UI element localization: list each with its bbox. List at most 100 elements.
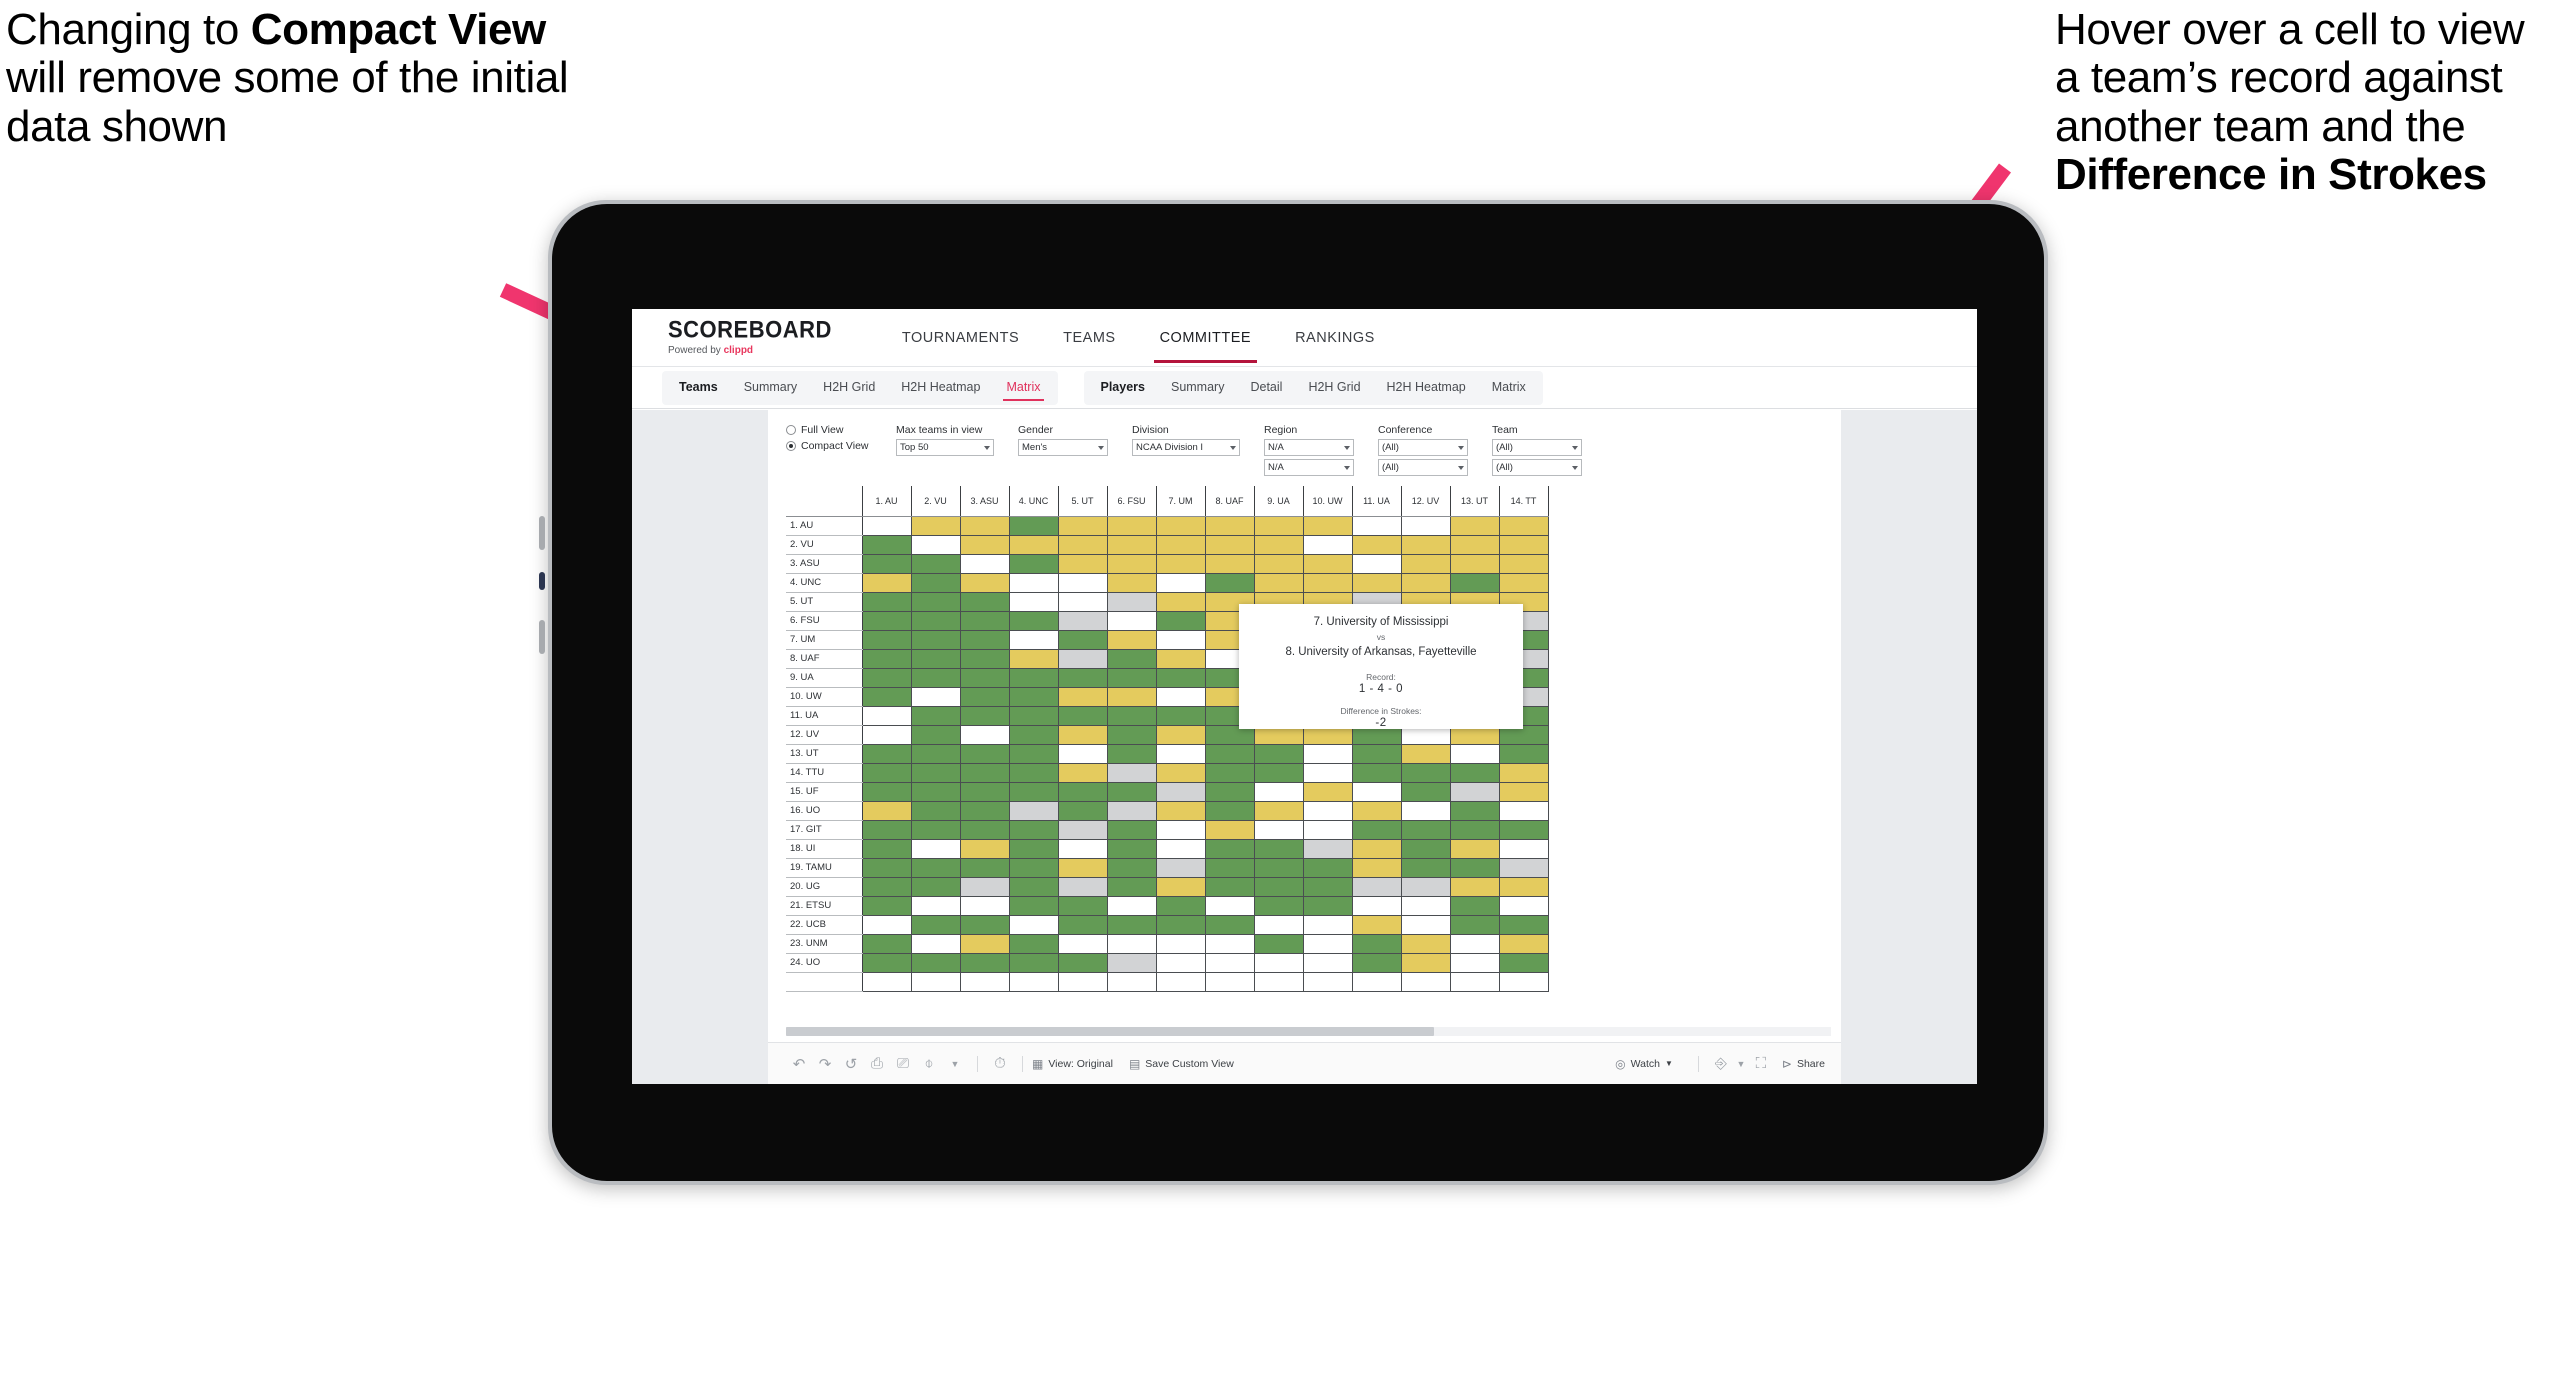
matrix-cell[interactable] [1008,668,1059,688]
matrix-cell[interactable] [910,782,961,802]
matrix-cell[interactable] [1400,763,1451,783]
device-button-indicator[interactable] [539,572,545,590]
matrix-column-header[interactable]: 4. UNC [1008,486,1059,517]
matrix-cell[interactable] [1008,554,1059,574]
subnav-players-summary[interactable]: Summary [1158,373,1237,402]
history-icon[interactable]: ⏱ [987,1055,1013,1072]
matrix-cell[interactable] [1351,915,1402,935]
matrix-cell[interactable] [1155,611,1206,631]
matrix-cell[interactable] [1057,801,1108,821]
matrix-cell[interactable] [959,573,1010,593]
nav-tournaments[interactable]: TOURNAMENTS [880,312,1041,363]
matrix-cell[interactable] [1106,535,1157,555]
matrix-cell[interactable] [1106,953,1157,973]
matrix-cell[interactable] [1400,820,1451,840]
matrix-cell[interactable] [1057,668,1108,688]
matrix-cell[interactable] [959,934,1010,954]
matrix-cell[interactable] [959,668,1010,688]
matrix-cell[interactable] [1057,782,1108,802]
horizontal-scrollbar[interactable] [786,1027,1831,1036]
matrix-cell[interactable] [1106,858,1157,878]
matrix-cell[interactable] [1351,877,1402,897]
matrix-column-header[interactable]: 1. AU [861,486,912,517]
matrix-cell[interactable] [1253,839,1304,859]
matrix-cell[interactable] [1008,953,1059,973]
matrix-cell[interactable] [1106,630,1157,650]
matrix-cell[interactable] [910,744,961,764]
matrix-cell[interactable] [1008,763,1059,783]
matrix-cell[interactable] [1449,763,1500,783]
matrix-cell[interactable] [959,592,1010,612]
subnav-players-matrix[interactable]: Matrix [1479,373,1539,402]
matrix-cell[interactable] [1351,573,1402,593]
matrix-cell[interactable] [910,877,961,897]
matrix-cell[interactable] [1351,953,1402,973]
matrix-cell[interactable] [1253,896,1304,916]
matrix-cell[interactable] [1155,744,1206,764]
matrix-row-header[interactable]: 14. TTU [786,763,863,783]
matrix-cell[interactable] [1008,801,1059,821]
filter-conference-select-1[interactable]: (All) [1378,439,1468,456]
matrix-cell[interactable] [1106,706,1157,726]
matrix-cell[interactable] [1008,573,1059,593]
matrix-cell[interactable] [861,535,912,555]
matrix-cell[interactable] [1400,877,1451,897]
matrix-cell[interactable] [1351,858,1402,878]
matrix-cell[interactable] [1155,896,1206,916]
matrix-cell[interactable] [1008,820,1059,840]
matrix-cell[interactable] [1155,516,1206,536]
matrix-cell[interactable] [1106,839,1157,859]
matrix-cell[interactable] [861,839,912,859]
matrix-row-header[interactable]: 8. UAF [786,649,863,669]
matrix-cell[interactable] [1302,573,1353,593]
matrix-cell[interactable] [1204,763,1255,783]
filter-conference-select-2[interactable]: (All) [1378,459,1468,476]
matrix-cell[interactable] [1204,877,1255,897]
matrix-cell[interactable] [1302,934,1353,954]
matrix-row-header[interactable]: 12. UV [786,725,863,745]
matrix-cell[interactable] [1057,839,1108,859]
matrix-cell[interactable] [1351,763,1402,783]
matrix-cell[interactable] [910,516,961,536]
matrix-cell[interactable] [1057,535,1108,555]
matrix-cell[interactable] [861,630,912,650]
watch-button[interactable]: ◎ Watch ▼ [1615,1057,1673,1071]
save-custom-view-button[interactable]: ▤ Save Custom View [1129,1057,1234,1071]
matrix-cell[interactable] [1008,516,1059,536]
subnav-players-detail[interactable]: Detail [1237,373,1295,402]
matrix-cell[interactable] [959,839,1010,859]
matrix-cell[interactable] [1351,744,1402,764]
matrix-cell[interactable] [1351,516,1402,536]
matrix-cell[interactable] [910,896,961,916]
matrix-cell[interactable] [861,668,912,688]
matrix-cell[interactable] [1253,573,1304,593]
matrix-cell[interactable] [1155,820,1206,840]
matrix-cell[interactable] [1449,877,1500,897]
matrix-cell[interactable] [1204,858,1255,878]
matrix-cell[interactable] [861,687,912,707]
matrix-column-header[interactable]: 10. UW [1302,486,1353,517]
matrix-cell[interactable] [861,744,912,764]
matrix-cell[interactable] [959,801,1010,821]
matrix-cell[interactable] [1106,516,1157,536]
matrix-cell[interactable] [1449,801,1500,821]
matrix-cell[interactable] [861,953,912,973]
matrix-cell[interactable] [959,706,1010,726]
matrix-cell[interactable] [1449,554,1500,574]
fullscreen-icon[interactable]: ⛶ [1748,1055,1774,1072]
matrix-cell[interactable] [1204,554,1255,574]
matrix-cell[interactable] [861,896,912,916]
matrix-cell[interactable] [1008,611,1059,631]
matrix-cell[interactable] [1155,592,1206,612]
matrix-cell[interactable] [910,630,961,650]
matrix-cell[interactable] [1057,687,1108,707]
matrix-cell[interactable] [1106,820,1157,840]
matrix-cell[interactable] [959,725,1010,745]
matrix-cell[interactable] [1057,706,1108,726]
matrix-cell[interactable] [1008,782,1059,802]
matrix-cell[interactable] [1057,744,1108,764]
matrix-cell[interactable] [1351,820,1402,840]
matrix-cell[interactable] [1008,535,1059,555]
matrix-row-header[interactable]: 11. UA [786,706,863,726]
matrix-cell[interactable] [1204,573,1255,593]
